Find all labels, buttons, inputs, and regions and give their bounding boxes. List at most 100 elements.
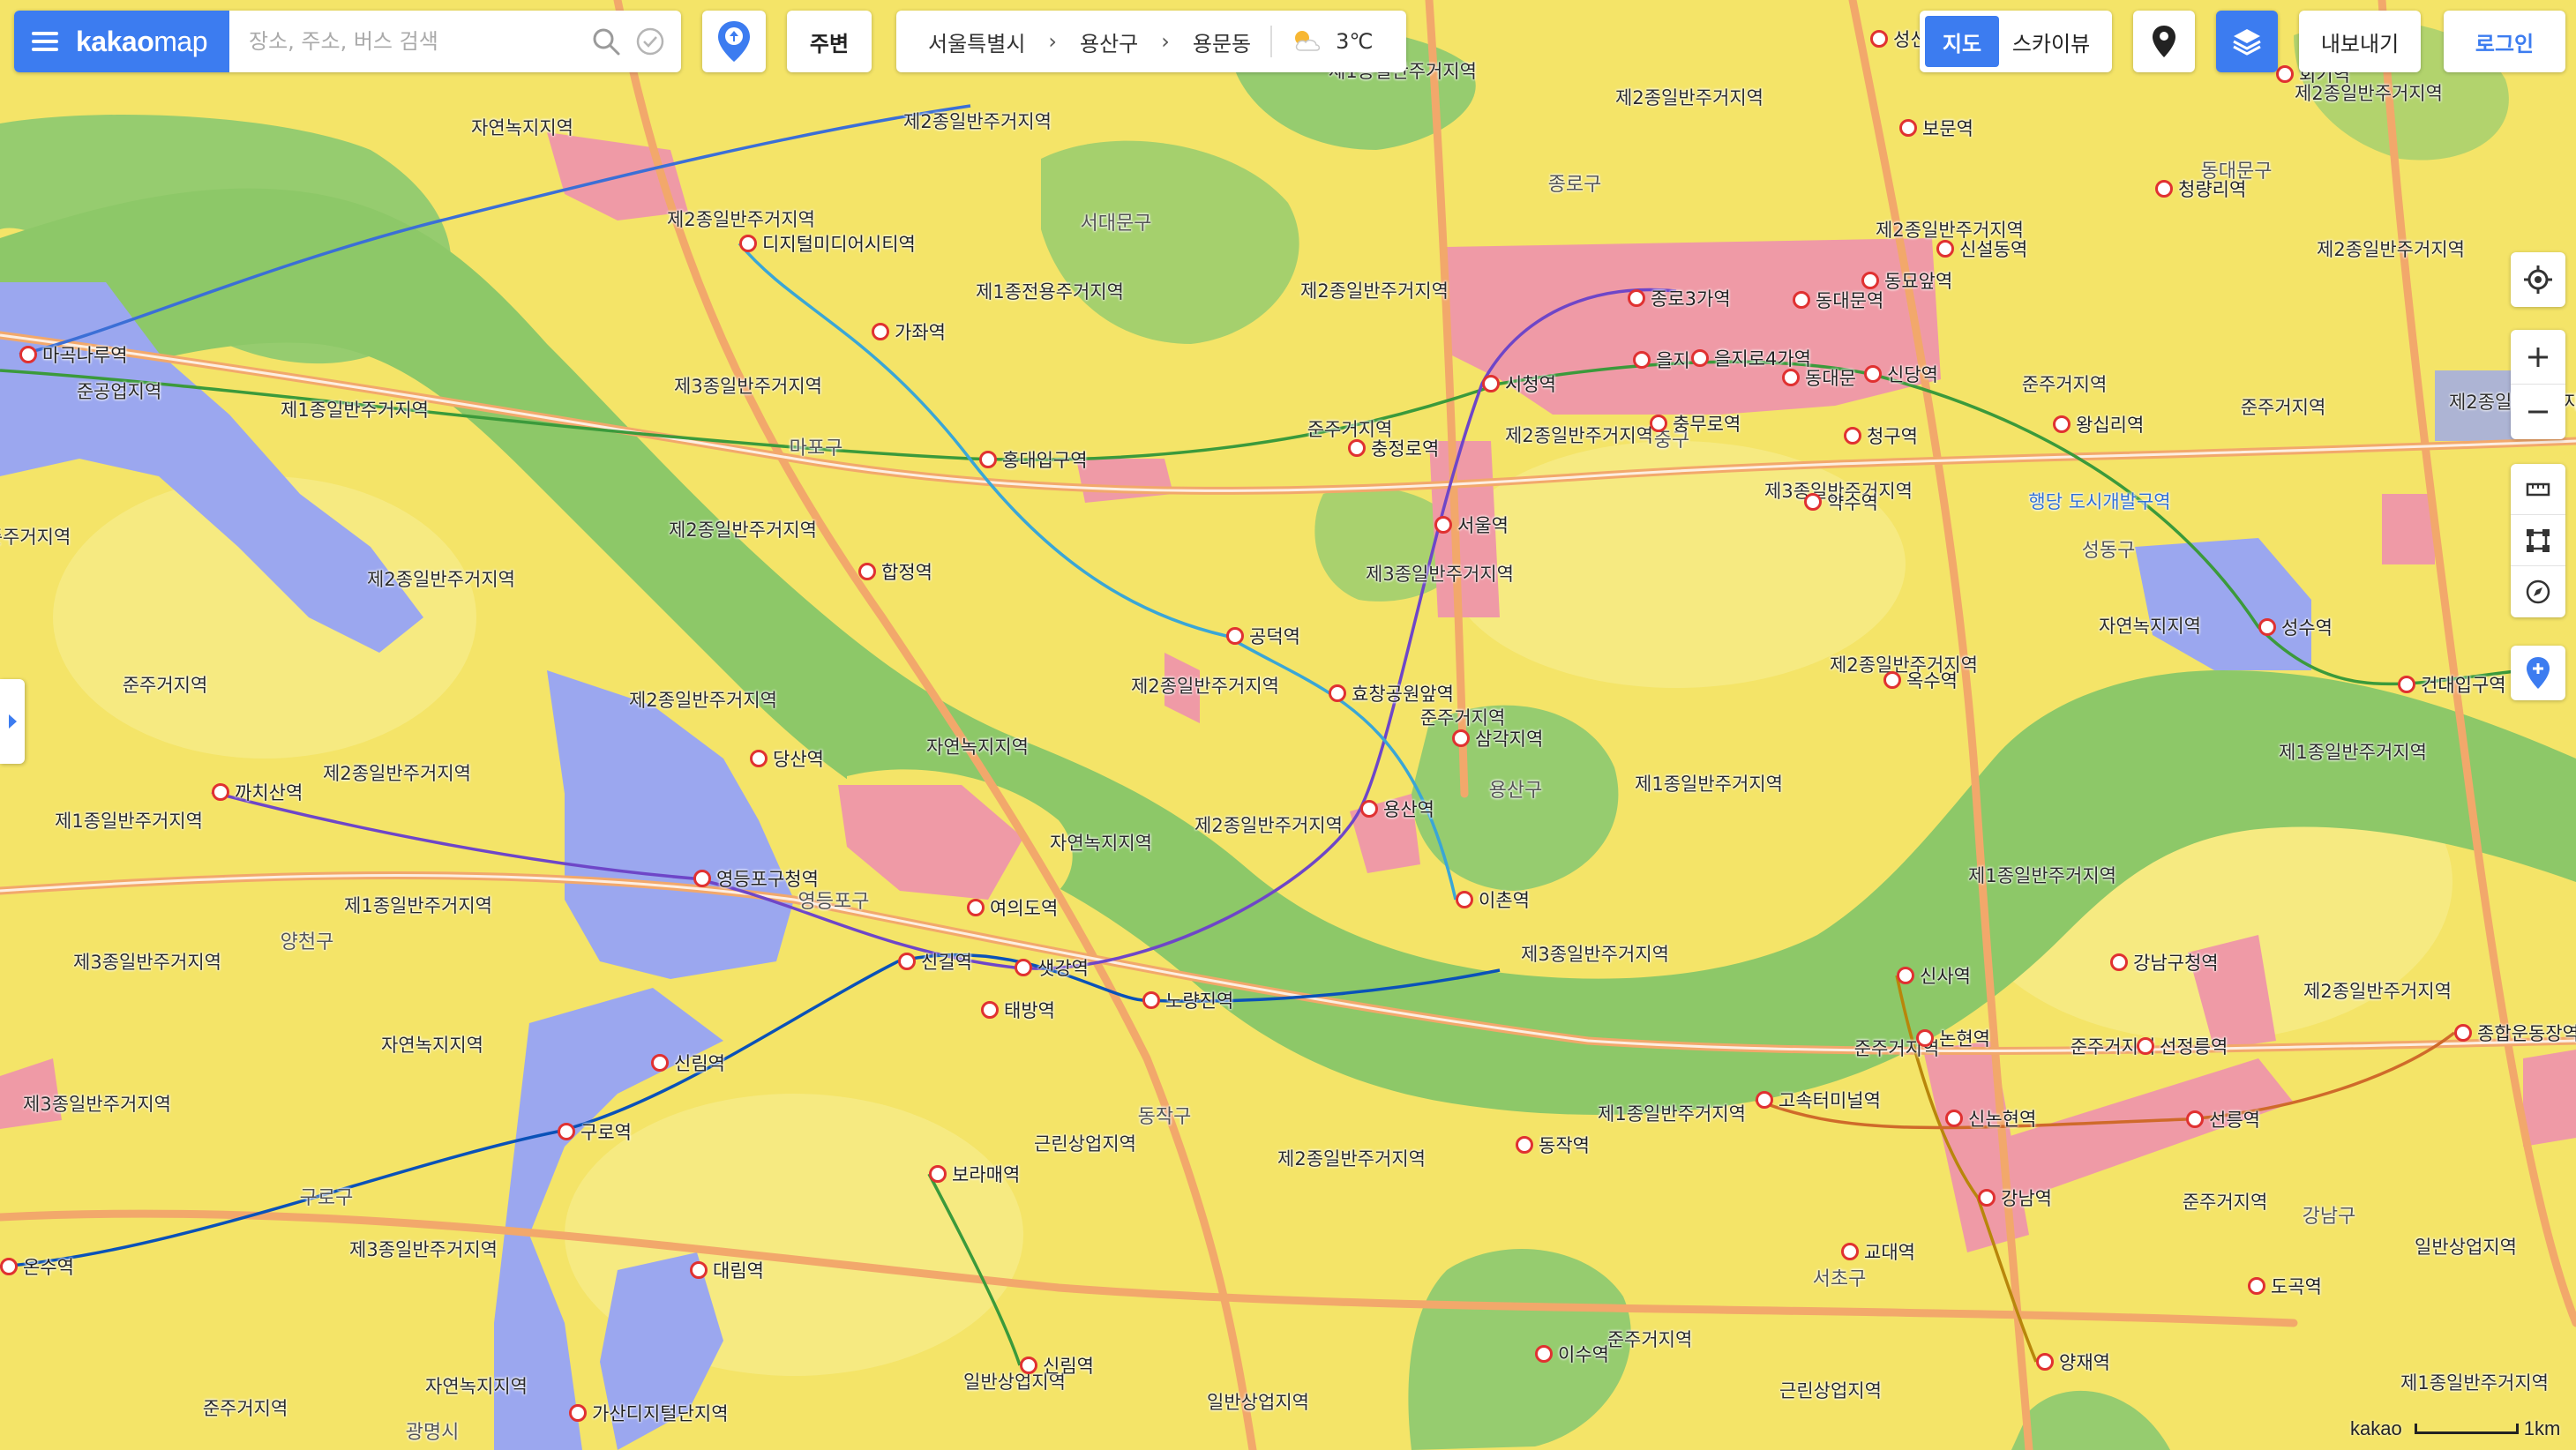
station-label[interactable]: 신림역 — [1020, 1352, 1094, 1379]
station-label[interactable]: 대림역 — [690, 1257, 764, 1283]
district-label: 서초구 — [1812, 1268, 1867, 1290]
current-location-button[interactable] — [2511, 252, 2565, 307]
station-label[interactable]: 신논현역 — [1945, 1105, 2036, 1132]
station-label[interactable]: 신당역 — [1864, 361, 1938, 387]
map-type-skyview[interactable]: 스카이뷰 — [1999, 16, 2103, 67]
station-label[interactable]: 가좌역 — [872, 318, 946, 345]
zone-label: 제3종일반주거지역 — [349, 1239, 498, 1260]
development-zone-label: 행당 도시개발구역 — [2028, 491, 2171, 512]
roadview-button[interactable] — [2133, 11, 2195, 72]
route-button[interactable] — [702, 11, 766, 72]
station-label[interactable]: 여의도역 — [967, 894, 1058, 921]
zone-label: 제2종일반주거지역 — [1194, 815, 1343, 836]
station-label[interactable]: 교대역 — [1841, 1238, 1915, 1265]
station-label[interactable]: 온수역 — [0, 1253, 74, 1280]
station-label[interactable]: 강남역 — [1978, 1185, 2052, 1211]
station-label[interactable]: 이촌역 — [1456, 886, 1530, 913]
add-place-button[interactable] — [2511, 646, 2565, 700]
breadcrumb-city[interactable]: 서울특별시 — [928, 26, 1025, 57]
station-label[interactable]: 삼각지역 — [1452, 725, 1543, 751]
station-label[interactable]: 을지 — [1633, 347, 1690, 373]
station-label[interactable]: 고속터미널역 — [1756, 1087, 1881, 1113]
zone-label: 제2종일반주거지역 — [629, 690, 777, 711]
check-circle-icon[interactable] — [628, 11, 672, 72]
station-label[interactable]: 성수역 — [2258, 614, 2333, 640]
station-label[interactable]: 공덕역 — [1226, 623, 1300, 649]
station-label[interactable]: 신사역 — [1897, 962, 1971, 989]
station-label[interactable]: 합정역 — [858, 558, 932, 585]
station-label[interactable]: 도곡역 — [2248, 1273, 2322, 1299]
station-label[interactable]: 종로3가역 — [1628, 285, 1731, 311]
station-label[interactable]: 약수역 — [1804, 489, 1878, 515]
station-label[interactable]: 청량리역 — [2155, 176, 2246, 202]
station-label[interactable]: 구로역 — [558, 1118, 632, 1145]
zone-label: 제2종일반주거지역 — [2303, 981, 2452, 1002]
nearby-button[interactable]: 주변 — [787, 11, 872, 72]
roadview-pin-icon — [2153, 26, 2175, 57]
station-label[interactable]: 동대문 — [1782, 364, 1856, 391]
breadcrumb-dong[interactable]: 용문동 — [1193, 26, 1251, 57]
export-button[interactable]: 내보내기 — [2299, 11, 2421, 72]
district-label: 양천구 — [280, 931, 334, 953]
station-label[interactable]: 신림역 — [651, 1050, 725, 1076]
station-label[interactable]: 서울역 — [1434, 512, 1509, 538]
breadcrumb-district[interactable]: 용산구 — [1080, 26, 1138, 57]
station-label[interactable]: 동작역 — [1516, 1132, 1590, 1158]
district-label: 용산구 — [1488, 780, 1543, 802]
ruler-button[interactable] — [2511, 464, 2565, 515]
station-label[interactable]: 동묘앞역 — [1861, 267, 1952, 294]
station-label[interactable]: 용산역 — [1360, 796, 1434, 822]
scale-distance: 1km — [2523, 1417, 2561, 1439]
layers-button[interactable] — [2216, 11, 2278, 72]
station-label[interactable]: 이수역 — [1535, 1341, 1609, 1367]
zone-label: 준공업지역 — [76, 381, 162, 402]
station-label[interactable]: 옥수역 — [1883, 667, 1958, 693]
zone-label: 준주거지역 — [202, 1398, 288, 1419]
station-label[interactable]: 마곡나루역 — [19, 341, 128, 368]
compass-button[interactable] — [2511, 566, 2565, 617]
station-label[interactable]: 청구역 — [1844, 422, 1918, 449]
kakaomap-logo: kakaomap — [76, 25, 207, 57]
station-label[interactable]: 가산디지털단지역 — [569, 1400, 729, 1426]
zoom-in-button[interactable] — [2511, 330, 2565, 385]
station-label[interactable]: 홍대입구역 — [979, 446, 1088, 473]
station-label[interactable]: 종합운동장역 — [2454, 1020, 2576, 1046]
station-label[interactable]: 보라매역 — [929, 1161, 1020, 1187]
search-input[interactable] — [229, 11, 584, 72]
station-label[interactable]: 신설동역 — [1936, 235, 2027, 262]
station-label[interactable]: 왕십리역 — [2053, 411, 2144, 437]
station-label[interactable]: 시청역 — [1482, 370, 1556, 397]
zone-label: 제2종일반주거지역 — [1131, 676, 1279, 697]
station-label[interactable]: 논현역 — [1916, 1025, 1990, 1051]
station-label[interactable]: 충정로역 — [1348, 435, 1439, 461]
side-panel-toggle[interactable] — [0, 679, 25, 764]
map-scale: kakao 1km — [2350, 1416, 2560, 1441]
area-button[interactable] — [2511, 515, 2565, 566]
station-label[interactable]: 영등포구청역 — [693, 865, 819, 892]
station-label[interactable]: 양재역 — [2036, 1349, 2110, 1375]
station-label[interactable]: 효창공원앞역 — [1329, 680, 1454, 706]
station-label[interactable]: 건대입구역 — [2398, 671, 2506, 698]
station-label[interactable]: 충무로역 — [1650, 410, 1741, 437]
station-label[interactable]: 보문역 — [1899, 115, 1973, 141]
station-label[interactable]: 신길역 — [898, 948, 972, 975]
chevron-right-icon — [9, 714, 17, 729]
station-label[interactable]: 선릉역 — [2186, 1106, 2260, 1132]
station-label[interactable]: 샛강역 — [1015, 954, 1089, 981]
station-label[interactable]: 당산역 — [750, 745, 824, 772]
station-label[interactable]: 선정릉역 — [2137, 1033, 2228, 1059]
search-icon[interactable] — [584, 11, 628, 72]
zoom-out-button[interactable] — [2511, 385, 2565, 439]
plus-icon — [2528, 347, 2548, 367]
station-label[interactable]: 성신 — [1870, 26, 1928, 52]
map-type-normal[interactable]: 지도 — [1925, 16, 1999, 67]
station-label[interactable]: 디지털미디어시티역 — [739, 230, 916, 257]
menu-icon[interactable] — [32, 32, 58, 51]
station-label[interactable]: 노량진역 — [1142, 987, 1233, 1013]
station-label[interactable]: 태방역 — [981, 997, 1055, 1023]
zoning-map[interactable]: 제1종일반주거지역제2종일반주거지역제2종일반주거지역자연녹지지역제2종일반주거… — [0, 0, 2576, 1450]
station-label[interactable]: 강남구청역 — [2110, 949, 2219, 975]
zone-label: 제2종일반주거지역 — [1277, 1148, 1426, 1170]
station-label[interactable]: 까치산역 — [212, 779, 303, 805]
login-button[interactable]: 로그인 — [2444, 11, 2565, 72]
